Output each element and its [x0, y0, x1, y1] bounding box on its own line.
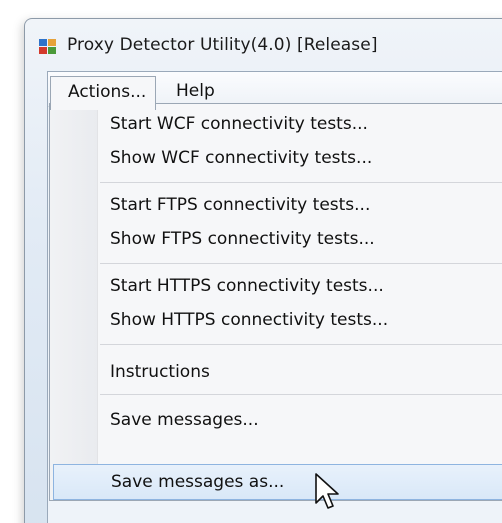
- menu-item-label: Save messages as...: [111, 472, 285, 492]
- menu-item-label: Instructions: [110, 362, 210, 382]
- menu-help[interactable]: Help: [164, 76, 234, 106]
- menu-item-start-wcf[interactable]: Start WCF connectivity tests...: [96, 108, 502, 142]
- menu-item-label: Start WCF connectivity tests...: [110, 114, 368, 134]
- menu-item-start-https[interactable]: Start HTTPS connectivity tests...: [96, 270, 502, 304]
- app-icon-green-square: [48, 47, 56, 54]
- menu-item-label: Start FTPS connectivity tests...: [110, 195, 371, 215]
- menu-item-label: Show HTTPS connectivity tests...: [110, 310, 389, 330]
- menu-item-label: Start HTTPS connectivity tests...: [110, 276, 384, 296]
- menu-separator: [100, 394, 502, 395]
- menu-item-label: Show FTPS connectivity tests...: [110, 229, 375, 249]
- menu-item-show-wcf[interactable]: Show WCF connectivity tests...: [96, 142, 502, 176]
- menu-item-start-ftps[interactable]: Start FTPS connectivity tests...: [96, 189, 502, 223]
- screenshot-stage: Proxy Detector Utility(4.0) [Release] Ac…: [0, 0, 502, 523]
- menu-actions[interactable]: Actions...: [50, 76, 156, 110]
- app-icon: [39, 39, 57, 55]
- title-bar: Proxy Detector Utility(4.0) [Release]: [25, 19, 502, 71]
- menu-item-label: Save messages...: [110, 410, 259, 430]
- arrow-pointer-icon: [315, 473, 339, 509]
- actions-dropdown-menu: Start WCF connectivity tests... Show WCF…: [49, 103, 502, 501]
- menu-separator: [100, 182, 502, 183]
- menu-item-show-https[interactable]: Show HTTPS connectivity tests...: [96, 304, 502, 338]
- menu-actions-label: Actions...: [68, 82, 147, 102]
- menu-separator: [100, 344, 502, 345]
- menu-bar: Actions... Help: [48, 72, 502, 110]
- menu-item-save-messages[interactable]: Save messages...: [96, 404, 502, 438]
- menu-help-label: Help: [176, 81, 215, 101]
- app-icon-orange-square: [48, 39, 56, 46]
- menu-item-instructions[interactable]: Instructions: [96, 356, 502, 390]
- menu-separator: [100, 263, 502, 264]
- app-icon-red-square: [39, 47, 47, 54]
- menu-item-label: Show WCF connectivity tests...: [110, 148, 373, 168]
- menu-item-save-messages-as[interactable]: Save messages as...: [53, 464, 502, 500]
- menu-item-show-ftps[interactable]: Show FTPS connectivity tests...: [96, 223, 502, 257]
- app-icon-blue-square: [39, 39, 47, 46]
- window-title: Proxy Detector Utility(4.0) [Release]: [67, 35, 378, 55]
- menu-icon-gutter: [50, 104, 98, 500]
